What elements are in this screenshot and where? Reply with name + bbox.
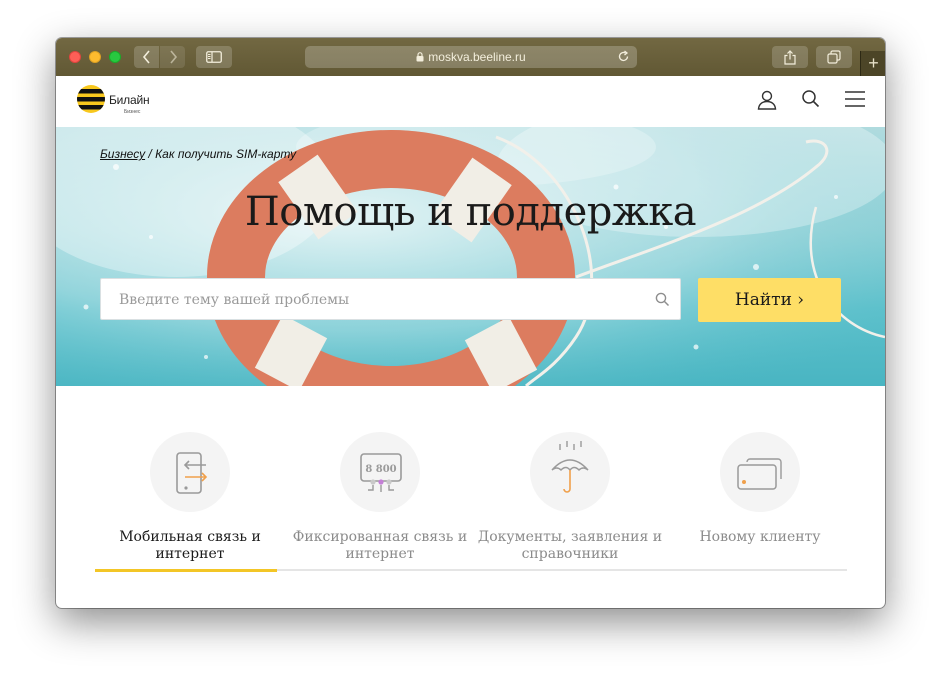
site-header: Билайн Бизнес [56, 76, 885, 127]
tab-overview-button[interactable] [816, 46, 852, 68]
category-fixed[interactable]: 8 800 Фиксированная связь и интернет [285, 432, 475, 567]
new-tab-button[interactable]: + [860, 51, 885, 76]
reload-icon[interactable] [617, 50, 630, 66]
category-icon-circle [720, 432, 800, 512]
close-window-button[interactable] [69, 51, 81, 63]
mobile-transfer-icon [176, 452, 208, 494]
search-field-icon[interactable] [655, 292, 670, 312]
user-account-icon[interactable] [756, 89, 778, 116]
find-button[interactable]: Найти › [698, 278, 841, 322]
help-search-box [100, 278, 681, 321]
category-label: Мобильная связь и интернет [119, 529, 261, 562]
minimize-window-button[interactable] [89, 51, 101, 63]
sidebar-icon [206, 51, 222, 63]
address-bar[interactable]: moskva.beeline.ru [305, 46, 637, 68]
help-categories: Мобильная связь и интернет 8 800 Фиксиро… [95, 432, 848, 572]
url-text: moskva.beeline.ru [428, 50, 526, 64]
share-button[interactable] [772, 46, 808, 68]
back-button[interactable] [134, 46, 159, 68]
category-documents[interactable]: Документы, заявления и справочники [475, 432, 665, 567]
beeline-logo[interactable]: Билайн Бизнес [76, 84, 150, 115]
share-icon [784, 49, 796, 65]
sim-cards-icon [737, 458, 782, 490]
search-icon[interactable] [801, 89, 821, 114]
browser-window: moskva.beeline.ru + Билайн Бизнес Бизнес… [56, 38, 885, 608]
chevron-right-icon [169, 50, 177, 64]
sidebar-toggle-button[interactable] [196, 46, 232, 68]
breadcrumb-separator: / [148, 147, 152, 161]
category-label: Фиксированная связь и интернет [292, 529, 468, 562]
hamburger-menu-icon[interactable] [844, 90, 866, 113]
hero-banner: Бизнесу / Как получить SIM-карту Помощь … [56, 127, 885, 386]
category-new-client[interactable]: Новому клиенту [665, 432, 855, 567]
logo-text: Билайн [109, 93, 150, 107]
router-8800-icon: 8 800 [360, 453, 402, 492]
tabs-icon [827, 50, 841, 64]
browser-titlebar: moskva.beeline.ru + [56, 38, 885, 77]
zoom-window-button[interactable] [109, 51, 121, 63]
category-label: Документы, заявления и справочники [477, 529, 663, 562]
logo-subtitle: Бизнес [124, 109, 141, 115]
category-icon-circle [530, 432, 610, 512]
beeline-logo-icon [77, 85, 105, 113]
category-mobile[interactable]: Мобильная связь и интернет [95, 432, 285, 567]
category-icon-circle [150, 432, 230, 512]
umbrella-icon [551, 441, 589, 493]
router-8800-text: 8 800 [365, 464, 396, 475]
chevron-left-icon [142, 50, 150, 64]
category-icon-circle: 8 800 [340, 432, 420, 512]
active-category-indicator [95, 569, 277, 572]
breadcrumb-current: Как получить SIM-карту [155, 147, 297, 161]
category-label: Новому клиенту [699, 529, 821, 545]
lifebuoy-background-image [56, 127, 885, 386]
breadcrumb: Бизнесу / Как получить SIM-карту [100, 147, 296, 161]
lock-icon [416, 52, 424, 62]
breadcrumb-link-business[interactable]: Бизнесу [100, 147, 145, 161]
help-search-input[interactable] [117, 279, 641, 321]
forward-button[interactable] [160, 46, 185, 68]
page-title: Помощь и поддержка [244, 189, 697, 235]
